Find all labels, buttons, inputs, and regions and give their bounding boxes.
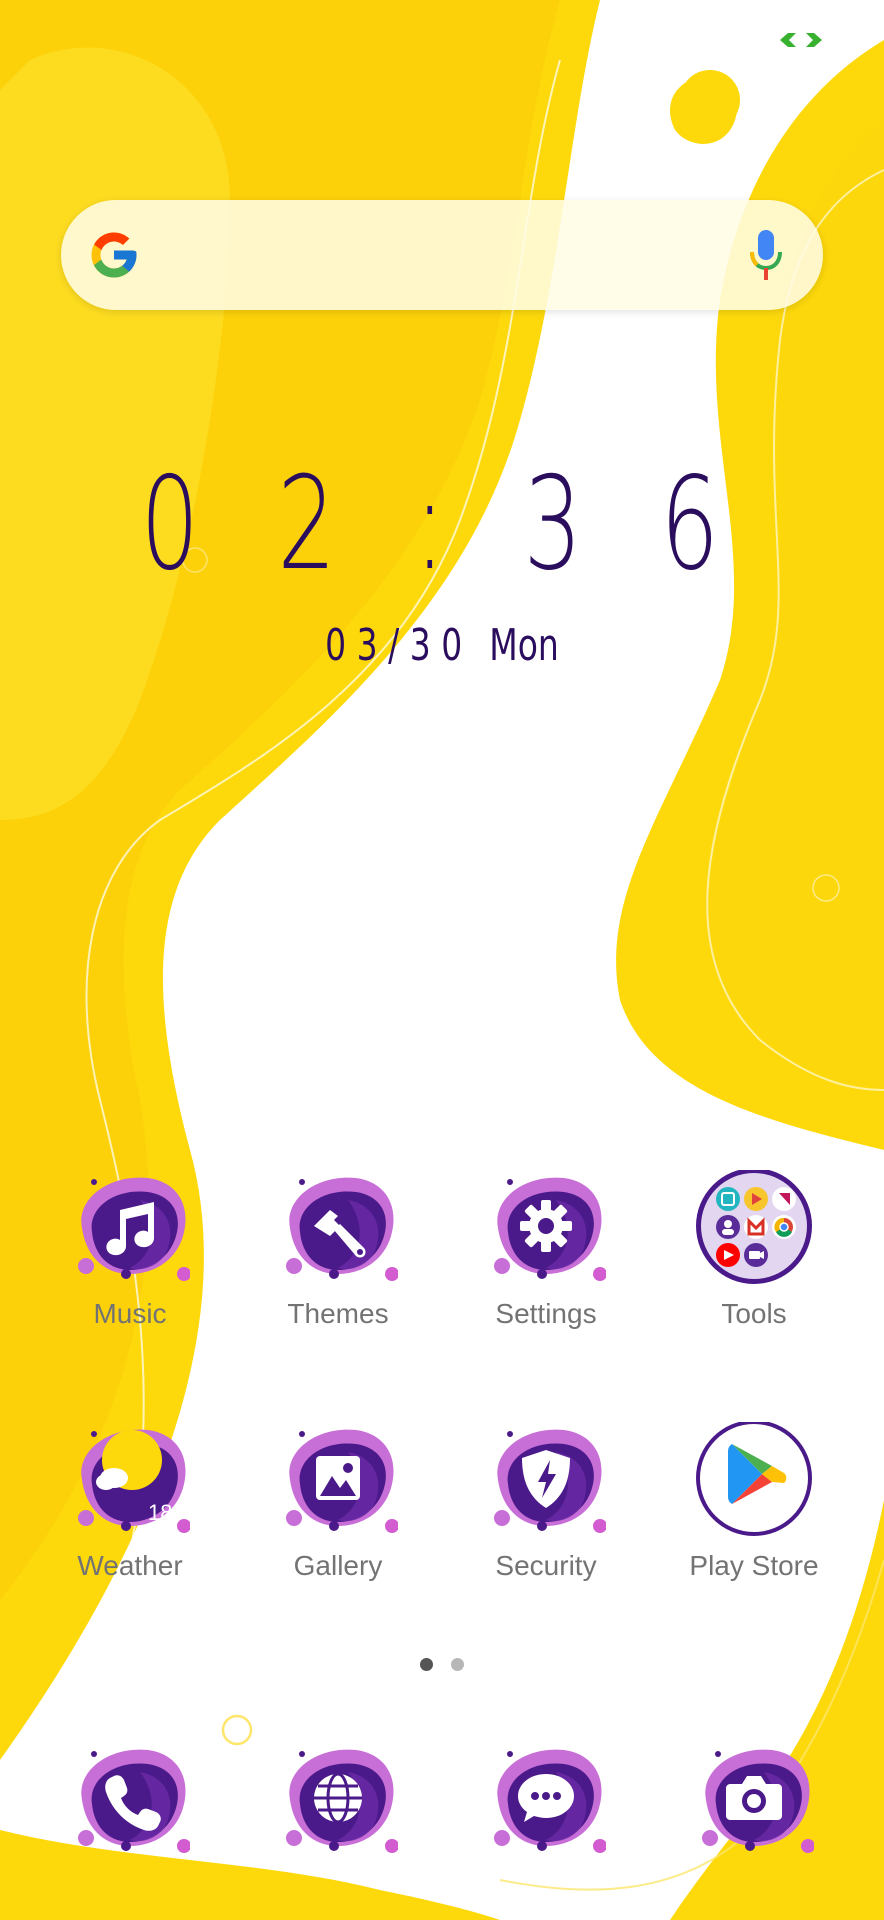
app-label: Play Store <box>689 1550 819 1581</box>
chat-bubble-icon <box>494 1749 606 1853</box>
dock-browser[interactable] <box>248 1742 428 1920</box>
image-icon <box>286 1429 398 1533</box>
day-text: Mon <box>489 620 559 671</box>
app-label: Music <box>93 1298 167 1329</box>
app-themes[interactable]: Themes <box>248 1170 428 1370</box>
app-label: Gallery <box>293 1550 383 1581</box>
music-note-icon <box>78 1177 190 1281</box>
link-icon <box>780 33 822 47</box>
app-tools-folder[interactable]: Tools <box>664 1170 844 1370</box>
home-screen: 0 2 : 3 6 0 3 / 3 0 Mon Music Themes Set… <box>0 0 884 1920</box>
app-label: Tools <box>721 1298 787 1329</box>
app-label: Security <box>495 1550 597 1581</box>
page-indicator-2[interactable] <box>451 1658 464 1671</box>
app-music[interactable]: Music <box>40 1170 220 1370</box>
app-play-store[interactable]: Play Store <box>664 1422 844 1622</box>
app-security[interactable]: Security <box>456 1422 636 1622</box>
app-label: Weather <box>77 1550 183 1581</box>
mic-icon[interactable] <box>747 228 785 284</box>
dock-phone[interactable] <box>40 1742 220 1920</box>
page-indicator-1[interactable] <box>420 1658 433 1671</box>
globe-icon <box>286 1749 398 1853</box>
dock-messages[interactable] <box>456 1742 636 1920</box>
app-label: Themes <box>287 1298 389 1329</box>
shield-bolt-icon <box>494 1429 606 1533</box>
google-g-icon <box>91 232 137 278</box>
camera-icon <box>702 1749 814 1853</box>
play-store-icon <box>696 1422 812 1536</box>
app-gallery[interactable]: Gallery <box>248 1422 428 1622</box>
clock-time[interactable]: 0 2 : 3 6 <box>124 450 760 610</box>
dock-camera[interactable] <box>664 1742 844 1920</box>
weather-temp: 18° <box>148 1500 182 1525</box>
date-text: 0 3 / 3 0 <box>325 620 463 671</box>
gear-icon <box>494 1177 606 1281</box>
app-settings[interactable]: Settings <box>456 1170 636 1370</box>
clock-date[interactable]: 0 3 / 3 0 Mon <box>111 620 774 671</box>
paintbrush-icon <box>286 1177 398 1281</box>
phone-icon <box>78 1749 190 1853</box>
google-search-bar[interactable] <box>61 200 823 310</box>
folder-icon <box>696 1170 812 1284</box>
app-weather[interactable]: 18° Weather <box>40 1422 220 1622</box>
app-label: Settings <box>495 1298 597 1329</box>
